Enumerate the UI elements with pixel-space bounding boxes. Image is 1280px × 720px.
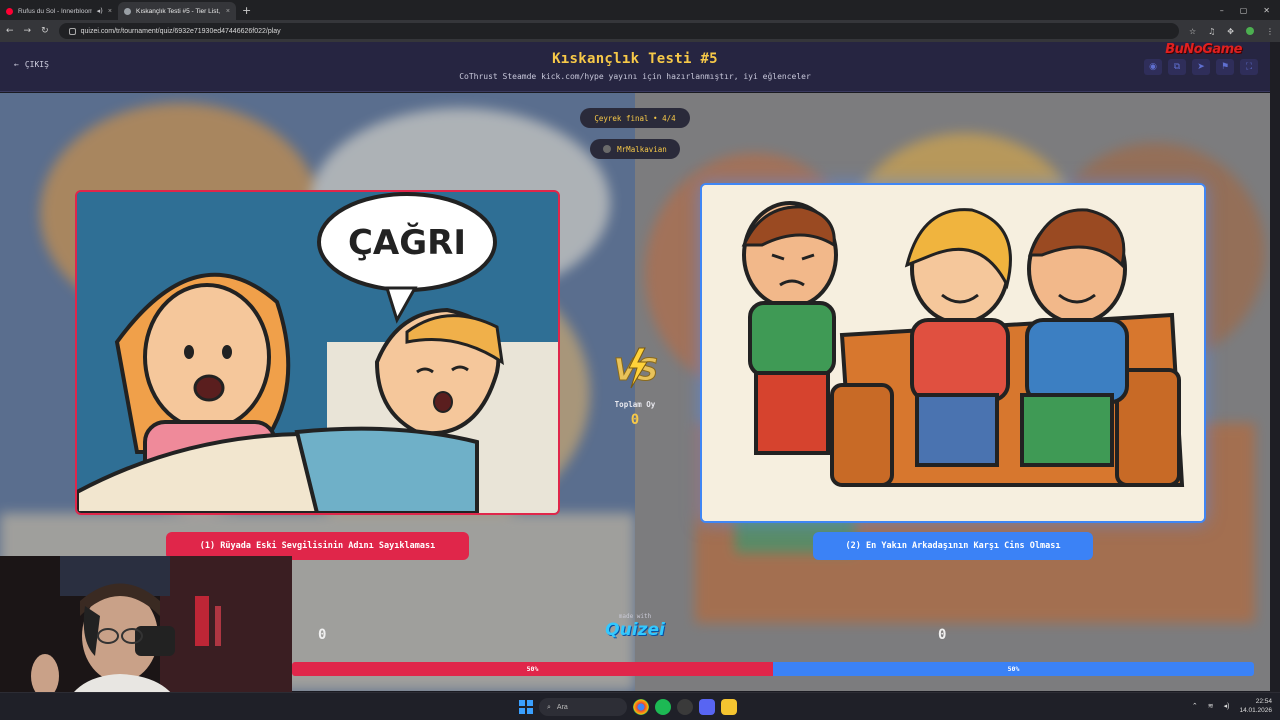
eye-icon[interactable]: ◉ bbox=[1144, 59, 1162, 75]
page-title: Kıskançlık Testi #5 bbox=[552, 51, 718, 67]
browser-tab-2[interactable]: Kıskançlık Testi #5 - Tier List, K × bbox=[118, 2, 236, 20]
volume-icon[interactable]: ◂) bbox=[1224, 702, 1230, 710]
minimize-icon[interactable]: – bbox=[1220, 6, 1224, 15]
browser-tab-1[interactable]: Rufus du Sol - Innerbloom ◂) × bbox=[0, 2, 118, 20]
option-left-card[interactable]: ÇAĞRI bbox=[75, 190, 560, 515]
tab-title: Kıskançlık Testi #5 - Tier List, K bbox=[136, 7, 221, 15]
share-icon[interactable]: ➤ bbox=[1192, 59, 1210, 75]
os-taskbar: ⌕ Ara ⌃ ≋ ◂) 22:54 14.01.2026 bbox=[0, 692, 1280, 720]
spotify-icon[interactable] bbox=[655, 699, 671, 715]
page-scrollbar[interactable] bbox=[1270, 42, 1280, 692]
file-explorer-icon[interactable] bbox=[721, 699, 737, 715]
system-tray: ⌃ ≋ ◂) 22:54 14.01.2026 bbox=[1192, 697, 1272, 715]
vote-split-bar: 50% 50% bbox=[292, 662, 1254, 676]
option-right-percent-label: 50% bbox=[1007, 665, 1020, 673]
stream-logo: BuNoGame bbox=[1165, 42, 1242, 57]
forward-icon[interactable]: → bbox=[24, 26, 32, 36]
extensions-icon[interactable]: ✥ bbox=[1227, 27, 1234, 36]
option-left-votes: 0 bbox=[318, 627, 327, 643]
option-left-percent-bar: 50% bbox=[292, 662, 773, 676]
user-icon bbox=[603, 145, 612, 153]
toolbar-right: ☆ ♫ ✥ ⋮ bbox=[1189, 27, 1274, 36]
address-bar[interactable]: quizei.com/tr/tournament/quiz/6932e71930… bbox=[58, 23, 1179, 39]
chrome-icon[interactable] bbox=[633, 699, 649, 715]
header-actions: ◉ ⧉ ➤ ⚑ ⛶ bbox=[1144, 59, 1258, 75]
option-right-image bbox=[702, 185, 1204, 521]
flag-icon[interactable]: ⚑ bbox=[1216, 59, 1234, 75]
clock[interactable]: 22:54 14.01.2026 bbox=[1239, 697, 1272, 715]
total-votes-value: 0 bbox=[630, 412, 640, 428]
window-controls: – ▢ ✕ bbox=[1220, 6, 1280, 15]
youtube-icon bbox=[6, 7, 13, 15]
menu-icon[interactable]: ⋮ bbox=[1266, 27, 1274, 36]
tab-title: Rufus du Sol - Innerbloom bbox=[18, 7, 92, 15]
clock-date: 14.01.2026 bbox=[1239, 707, 1272, 714]
quizei-logo[interactable]: Quizei bbox=[600, 620, 670, 640]
option-right-card[interactable] bbox=[700, 183, 1206, 523]
option-right-button[interactable]: (2) En Yakın Arkadaşının Karşı Cins Olma… bbox=[813, 532, 1093, 560]
screen: Rufus du Sol - Innerbloom ◂) × Kıskançlı… bbox=[0, 0, 1280, 720]
speaker-icon[interactable]: ◂) bbox=[97, 7, 103, 15]
round-badge: Çeyrek final • 4/4 bbox=[580, 108, 690, 128]
taskbar-apps: ⌕ Ara bbox=[519, 698, 737, 716]
search-icon: ⌕ bbox=[547, 702, 551, 711]
search-placeholder: Ara bbox=[556, 703, 568, 711]
maximize-icon[interactable]: ▢ bbox=[1240, 6, 1248, 15]
back-icon[interactable]: ← bbox=[6, 26, 14, 36]
username: MrMalkavian bbox=[617, 144, 667, 154]
discord-icon[interactable] bbox=[699, 699, 715, 715]
browser-toolbar: ← → ↻ quizei.com/tr/tournament/quiz/6932… bbox=[0, 20, 1280, 42]
total-votes-label: Toplam Oy bbox=[614, 400, 656, 409]
vs-icon: VS bbox=[613, 347, 659, 389]
windows-start-icon[interactable] bbox=[519, 700, 533, 714]
option-left-percent-label: 50% bbox=[526, 665, 539, 673]
browser-tabbar: Rufus du Sol - Innerbloom ◂) × Kıskançlı… bbox=[0, 0, 1280, 20]
taskbar-search[interactable]: ⌕ Ara bbox=[539, 698, 627, 716]
site-header: ← ÇIKIŞ Kıskançlık Testi #5 CoThrust Ste… bbox=[0, 42, 1270, 92]
speech-bubble-text: ÇAĞRI bbox=[348, 222, 466, 263]
clock-time: 22:54 bbox=[1255, 698, 1272, 705]
wifi-icon[interactable]: ≋ bbox=[1208, 702, 1214, 710]
url-text: quizei.com/tr/tournament/quiz/6932e71930… bbox=[80, 27, 281, 35]
option-right-votes: 0 bbox=[938, 627, 947, 643]
star-icon[interactable]: ☆ bbox=[1189, 27, 1196, 36]
close-tab-icon[interactable]: × bbox=[226, 8, 230, 15]
reload-icon[interactable]: ↻ bbox=[41, 26, 49, 36]
profile-icon[interactable] bbox=[1246, 27, 1254, 35]
close-window-icon[interactable]: ✕ bbox=[1263, 6, 1270, 15]
made-with-label: made with bbox=[618, 613, 652, 620]
page-subtitle: CoThrust Steamde kick.com/hype yayını iç… bbox=[459, 72, 811, 81]
site-favicon-icon bbox=[124, 7, 131, 15]
close-tab-icon[interactable]: × bbox=[108, 8, 112, 15]
obs-icon[interactable] bbox=[677, 699, 693, 715]
user-badge: MrMalkavian bbox=[590, 139, 680, 159]
tray-expand-icon[interactable]: ⌃ bbox=[1192, 702, 1198, 710]
media-icon[interactable]: ♫ bbox=[1208, 27, 1215, 36]
copy-icon[interactable]: ⧉ bbox=[1168, 59, 1186, 75]
site-info-icon[interactable] bbox=[68, 27, 76, 35]
plus-icon[interactable]: + bbox=[236, 4, 257, 17]
option-left-image: ÇAĞRI bbox=[77, 192, 558, 513]
option-right-percent-bar: 50% bbox=[773, 662, 1254, 676]
fullscreen-icon[interactable]: ⛶ bbox=[1240, 59, 1258, 75]
